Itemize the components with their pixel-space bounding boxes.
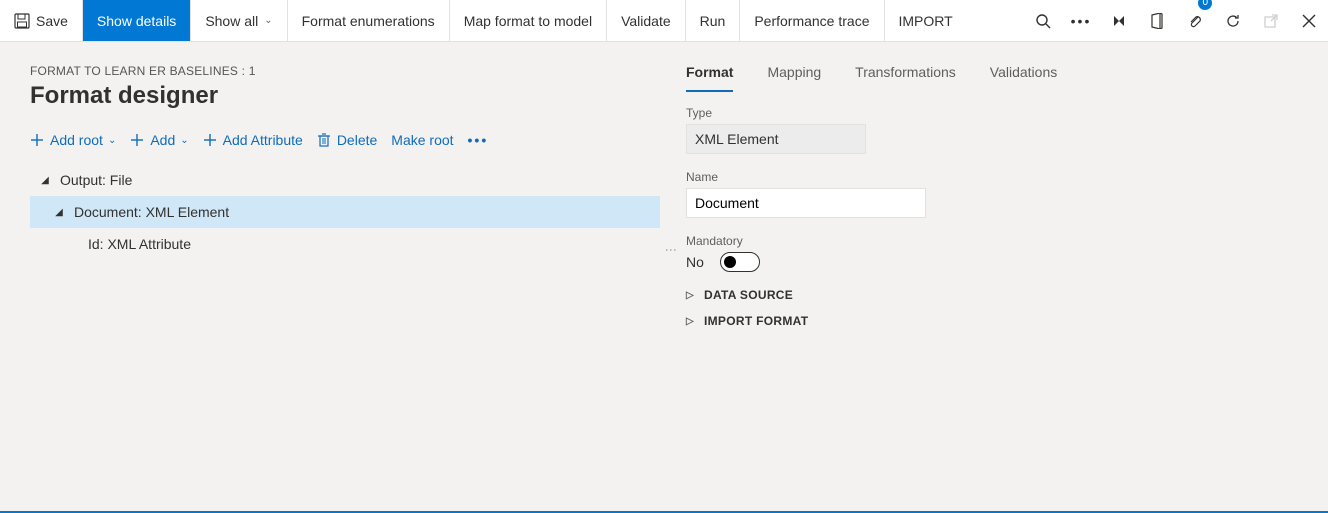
tab-mapping[interactable]: Mapping — [767, 64, 821, 92]
name-field: Name — [686, 170, 1298, 218]
show-details-button[interactable]: Show details — [83, 0, 191, 41]
mandatory-toggle[interactable] — [720, 252, 760, 272]
type-field: Type XML Element — [686, 106, 1298, 154]
delete-button[interactable]: Delete — [317, 132, 377, 148]
map-format-button[interactable]: Map format to model — [450, 0, 607, 41]
import-format-expander[interactable]: ▷ IMPORT FORMAT — [686, 314, 1298, 328]
chevron-right-icon: ▷ — [686, 290, 694, 301]
add-attribute-button[interactable]: Add Attribute — [203, 132, 303, 148]
chevron-down-icon: ⌄ — [108, 135, 116, 146]
collapse-icon[interactable]: ◢ — [38, 175, 52, 186]
content-area: FORMAT TO LEARN ER BASELINES : 1 Format … — [0, 42, 1328, 511]
drag-handle-icon[interactable]: ⋮ — [664, 244, 678, 256]
breadcrumb: FORMAT TO LEARN ER BASELINES : 1 — [30, 64, 660, 78]
mandatory-value: No — [686, 254, 704, 270]
plus-icon — [30, 133, 44, 147]
show-all-label: Show all — [205, 13, 258, 29]
page-title: Format designer — [30, 82, 660, 110]
name-label: Name — [686, 170, 1298, 184]
attachment-icon[interactable]: 0 — [1176, 0, 1214, 41]
search-icon[interactable] — [1024, 0, 1062, 41]
mandatory-field: Mandatory No — [686, 234, 1298, 272]
detail-tabs: Format Mapping Transformations Validatio… — [686, 64, 1298, 92]
add-root-button[interactable]: Add root ⌄ — [30, 132, 116, 148]
tab-validations[interactable]: Validations — [990, 64, 1057, 92]
save-icon — [14, 13, 30, 29]
office-icon[interactable] — [1138, 0, 1176, 41]
more-icon[interactable]: ••• — [1062, 0, 1100, 41]
right-column: ⋮ Format Mapping Transformations Validat… — [670, 64, 1298, 511]
import-button[interactable]: IMPORT — [885, 0, 967, 41]
chevron-right-icon: ▷ — [686, 316, 694, 327]
run-button[interactable]: Run — [686, 0, 741, 41]
name-input[interactable] — [686, 188, 926, 218]
refresh-icon[interactable] — [1214, 0, 1252, 41]
toggle-knob — [724, 256, 736, 268]
top-toolbar: Save Show details Show all ⌄ Format enum… — [0, 0, 1328, 42]
close-icon[interactable] — [1290, 0, 1328, 41]
diamond-icon[interactable] — [1100, 0, 1138, 41]
format-tree: ◢ Output: File ◢ Document: XML Element I… — [30, 164, 660, 260]
make-root-button[interactable]: Make root — [391, 132, 453, 148]
tree-node-document[interactable]: ◢ Document: XML Element — [30, 196, 660, 228]
tree-node-id[interactable]: Id: XML Attribute — [30, 228, 660, 260]
chevron-down-icon: ⌄ — [180, 135, 188, 146]
tab-transformations[interactable]: Transformations — [855, 64, 956, 92]
popout-icon[interactable] — [1252, 0, 1290, 41]
tab-format[interactable]: Format — [686, 64, 733, 92]
attachment-badge: 0 — [1198, 0, 1212, 10]
trash-icon — [317, 133, 331, 147]
performance-trace-button[interactable]: Performance trace — [740, 0, 884, 41]
type-label: Type — [686, 106, 1298, 120]
save-label: Save — [36, 13, 68, 29]
format-enumerations-button[interactable]: Format enumerations — [288, 0, 450, 41]
show-details-label: Show details — [97, 13, 176, 29]
plus-icon — [130, 133, 144, 147]
chevron-down-icon: ⌄ — [264, 15, 272, 26]
mandatory-label: Mandatory — [686, 234, 1298, 248]
tree-node-output[interactable]: ◢ Output: File — [30, 164, 660, 196]
add-button[interactable]: Add ⌄ — [130, 132, 188, 148]
tree-action-bar: Add root ⌄ Add ⌄ Add Attribute Delete Ma… — [30, 128, 660, 160]
left-column: FORMAT TO LEARN ER BASELINES : 1 Format … — [30, 64, 670, 511]
plus-icon — [203, 133, 217, 147]
data-source-expander[interactable]: ▷ DATA SOURCE — [686, 288, 1298, 302]
type-value: XML Element — [686, 124, 866, 154]
validate-button[interactable]: Validate — [607, 0, 686, 41]
save-button[interactable]: Save — [0, 0, 83, 41]
more-actions-button[interactable]: ••• — [468, 132, 489, 148]
collapse-icon[interactable]: ◢ — [52, 207, 66, 218]
show-all-button[interactable]: Show all ⌄ — [191, 0, 287, 41]
